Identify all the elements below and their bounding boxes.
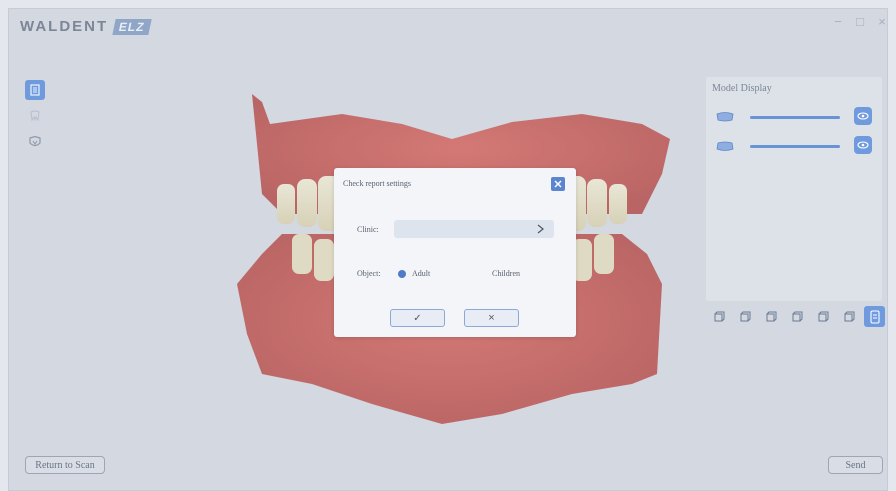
cancel-button[interactable]: × (464, 309, 519, 327)
lower-jaw-row (716, 136, 872, 154)
tooth-tool-button[interactable] (25, 106, 45, 126)
left-toolbar (25, 80, 45, 152)
upper-jaw-visibility-toggle[interactable] (854, 107, 872, 125)
view-right-icon (792, 311, 802, 321)
children-option-label[interactable]: Children (492, 269, 520, 278)
report-settings-dialog: Check report settings Clinic: Object: Ad… (334, 168, 576, 337)
close-window-button[interactable]: × (876, 14, 888, 29)
return-to-scan-button[interactable]: Return to Scan (25, 456, 105, 474)
eye-icon (857, 141, 869, 149)
upper-jaw-row (716, 107, 872, 125)
clinic-select[interactable] (394, 220, 554, 238)
view-front-icon (714, 311, 724, 321)
view-top-icon (818, 311, 828, 321)
shield-tooth-icon (29, 135, 41, 147)
clinic-label: Clinic: (357, 225, 379, 234)
close-icon (554, 180, 562, 188)
tooth-icon (30, 110, 40, 122)
lower-jaw-opacity-slider[interactable] (750, 145, 840, 148)
lower-jaw-icon (716, 141, 734, 151)
chevron-right-icon (537, 224, 544, 234)
logo-text: WALDENT (20, 18, 109, 35)
lower-jaw-visibility-toggle[interactable] (854, 136, 872, 154)
object-label: Object: (357, 269, 381, 278)
dialog-title: Check report settings (343, 179, 411, 188)
adult-option-label[interactable]: Adult (412, 269, 430, 278)
confirm-button[interactable]: ✓ (390, 309, 445, 327)
model-display-title: Model Display (712, 83, 772, 94)
report-tool-button[interactable] (25, 80, 45, 100)
report-icon (30, 84, 40, 96)
view-occlusal-icon (869, 309, 880, 324)
view-bottom-icon (844, 311, 854, 321)
view-top-button[interactable] (812, 306, 833, 327)
send-button[interactable]: Send (828, 456, 883, 474)
logo-badge: ELZ (112, 18, 152, 35)
check-icon: ✓ (413, 312, 422, 324)
window-controls: − □ × (832, 14, 888, 29)
dialog-close-button[interactable] (551, 177, 565, 191)
upper-jaw-icon (716, 112, 734, 122)
app-logo: WALDENT ELZ (20, 18, 152, 35)
maximize-button[interactable]: □ (854, 14, 866, 29)
minimize-button[interactable]: − (832, 14, 844, 29)
view-left-button[interactable] (760, 306, 781, 327)
model-display-panel: Model Display (706, 77, 882, 301)
adult-radio[interactable] (398, 270, 406, 278)
view-left-icon (766, 311, 776, 321)
cancel-icon: × (488, 312, 495, 324)
view-back-button[interactable] (734, 306, 755, 327)
view-occlusal-button[interactable] (864, 306, 885, 327)
view-right-button[interactable] (786, 306, 807, 327)
view-front-button[interactable] (708, 306, 729, 327)
view-bottom-button[interactable] (838, 306, 859, 327)
view-back-icon (740, 311, 750, 321)
view-toolbar (708, 306, 885, 327)
eye-icon (857, 112, 869, 120)
shield-tool-button[interactable] (25, 132, 45, 152)
upper-jaw-opacity-slider[interactable] (750, 116, 840, 119)
